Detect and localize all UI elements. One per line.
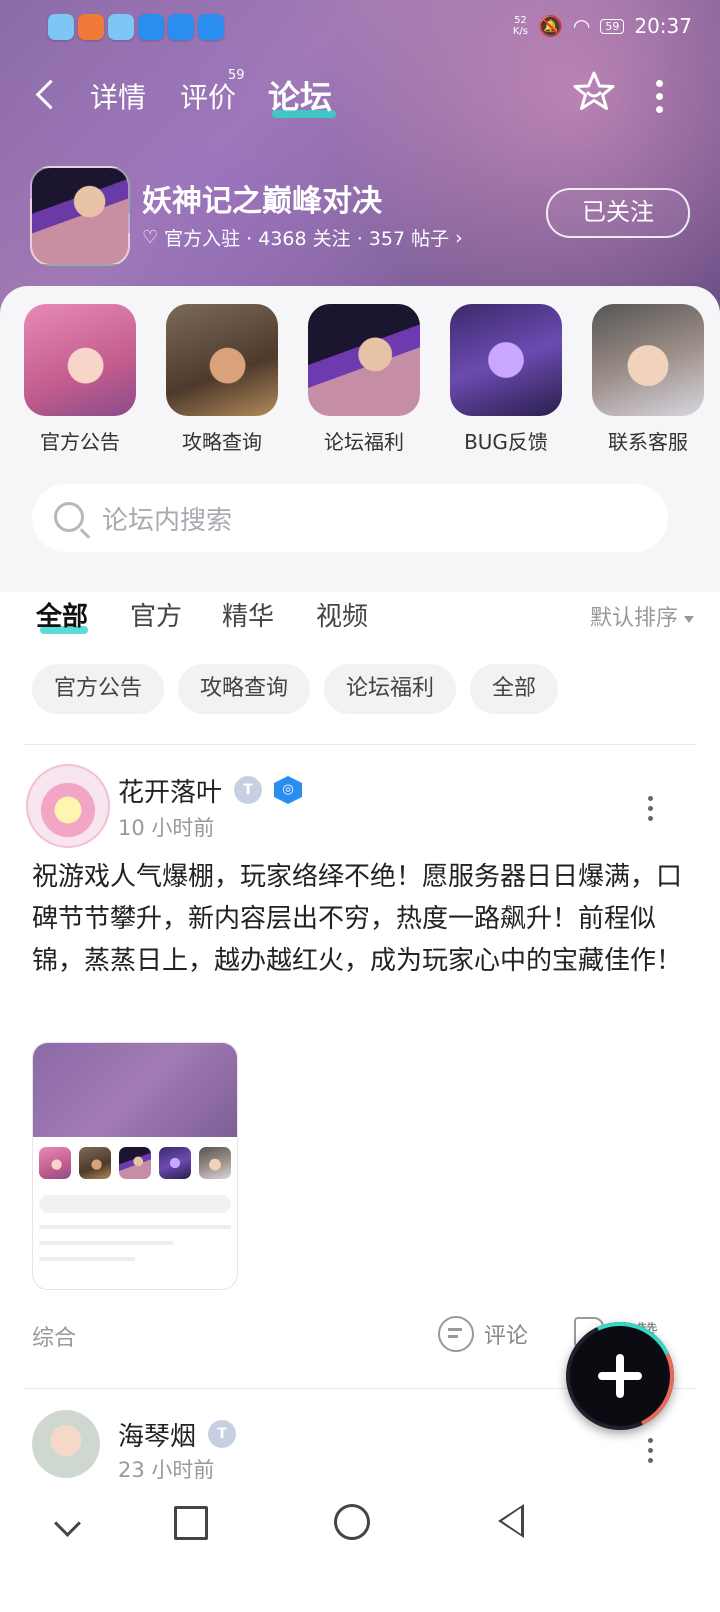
sort-dropdown[interactable]: 默认排序 [590,600,694,632]
system-nav-bar [0,1484,720,1612]
status-right: 52 K/s 🔕 ◠ 59 20:37 [513,14,692,38]
shortcut-label: 联系客服 [608,430,688,454]
app-icon [138,14,164,40]
search-input[interactable]: 论坛内搜索 [32,484,668,552]
status-bar: 52 K/s 🔕 ◠ 59 20:37 [0,8,720,48]
filter-tab-video[interactable]: 视频 [316,596,368,633]
shortcut-thumbnail [592,304,704,416]
post-text: 祝游戏人气爆棚，玩家络绎不绝！愿服务器日日爆满，口碑节节攀升，新内容层出不穷，热… [32,862,683,976]
comment-icon [438,1316,474,1352]
search-icon [54,502,84,532]
create-post-fab[interactable] [550,1306,690,1446]
shortcut-label: 攻略查询 [182,430,262,454]
app-icon [78,14,104,40]
notification-app-icons [48,14,224,40]
chip-all[interactable]: 全部 [470,664,559,714]
favorite-star-icon[interactable] [572,70,616,114]
hide-nav-icon[interactable] [54,1510,81,1537]
net-speed: 52 K/s [512,15,528,37]
wifi-icon: ◠ [572,14,591,38]
post-image-header [33,1043,237,1137]
app-icon [168,14,194,40]
chip-official-notice[interactable]: 官方公告 [32,664,165,714]
caret-down-icon [684,615,694,623]
back-icon-inner [502,1508,521,1534]
battery-indicator: 59 [600,18,625,34]
category-chips: 官方公告 攻略查询 论坛福利 全部 [32,664,559,714]
app-icon [198,14,224,40]
game-info: 妖神记之巅峰对决 ♡ 官方入驻 · 4368 关注 · 357 帖子 › 已关注 [30,166,690,266]
shortcut-label: 官方公告 [40,430,120,454]
chevron-right-icon: › [455,226,463,249]
app-icon [48,14,74,40]
app-icon [108,14,134,40]
shortcut-thumbnail [166,304,278,416]
filter-tab-featured[interactable]: 精华 [222,596,274,633]
level-badge-icon: T [208,1420,236,1448]
shortcut-bug-report[interactable]: BUG反馈 [450,304,562,455]
tab-forum[interactable]: 论坛 [268,72,332,118]
sort-label: 默认排序 [589,606,678,631]
game-icon [30,166,130,266]
clock: 20:37 [634,14,692,38]
chip-guide[interactable]: 攻略查询 [178,664,311,714]
post-author[interactable]: 海琴烟 [118,1416,196,1453]
top-nav: 详情 评价 59 论坛 [0,68,720,126]
shortcut-guide[interactable]: 攻略查询 [166,304,278,455]
filter-tabs: 全部 官方 精华 视频 默认排序 [0,596,720,656]
shortcut-forum-welfare[interactable]: 论坛福利 [308,304,420,455]
shortcut-row: 官方公告 攻略查询 论坛福利 BUG反馈 联系客服 [24,304,704,455]
post-image[interactable] [32,1042,238,1290]
game-title: 妖神记之巅峰对决 [142,184,382,219]
post-more-icon[interactable] [648,1438,654,1468]
chip-forum-welfare[interactable]: 论坛福利 [324,664,457,714]
recents-icon[interactable] [174,1506,208,1540]
tab-detail[interactable]: 详情 [90,76,146,116]
game-meta-text: 官方入驻 · 4368 关注 · 357 帖子 [164,228,450,250]
follow-button[interactable]: 已关注 [546,188,690,238]
shortcut-official-notice[interactable]: 官方公告 [24,304,136,455]
shortcut-label: BUG反馈 [464,430,548,454]
search-placeholder: 论坛内搜索 [102,506,233,536]
shortcut-thumbnail [24,304,136,416]
level-badge-icon: T [234,776,262,804]
comment-label: 评论 [484,1324,529,1349]
mute-icon: 🔕 [538,14,563,38]
gamer-badge-icon: ◎ [274,776,302,804]
comment-button[interactable]: 评论 [438,1316,528,1352]
filter-tab-all[interactable]: 全部 [36,596,88,633]
more-options-icon[interactable] [656,80,664,119]
shortcut-thumbnail [450,304,562,416]
post-time: 10 小时前 [118,816,215,840]
home-icon[interactable] [334,1504,370,1540]
shortcut-customer-service[interactable]: 联系客服 [592,304,704,455]
post-image-body [33,1137,237,1267]
header-banner: 52 K/s 🔕 ◠ 59 20:37 详情 评价 59 论坛 妖神记之巅峰对决 … [0,0,720,320]
back-arrow-icon[interactable] [35,79,66,110]
avatar[interactable] [32,1410,100,1478]
shortcut-thumbnail [308,304,420,416]
review-count-badge: 59 [228,68,245,83]
game-meta[interactable]: ♡ 官方入驻 · 4368 关注 · 357 帖子 › [142,224,463,251]
post-category: 综合 [32,1326,77,1351]
post-author[interactable]: 花开落叶 [118,772,222,809]
post-more-icon[interactable] [648,796,654,826]
divider [24,744,696,745]
heart-icon: ♡ [142,227,159,248]
forum-sheet: 官方公告 攻略查询 论坛福利 BUG反馈 联系客服 论坛内搜索 [0,286,720,592]
filter-tab-official[interactable]: 官方 [130,596,182,633]
post-time: 23 小时前 [118,1458,215,1482]
shortcut-label: 论坛福利 [324,430,404,454]
avatar[interactable] [26,764,110,848]
